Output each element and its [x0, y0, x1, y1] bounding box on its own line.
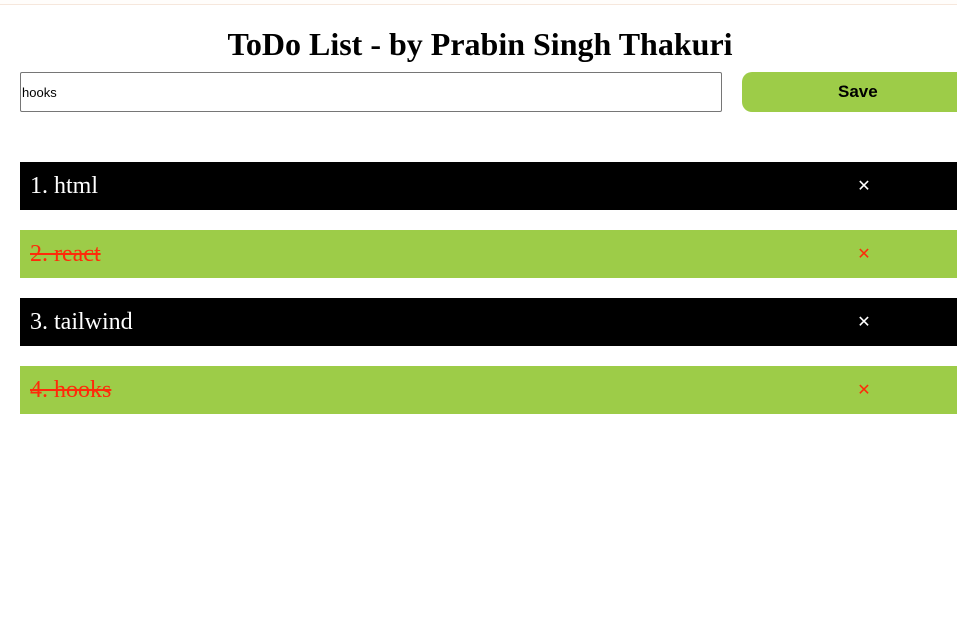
todo-text: 3. tailwind — [30, 309, 133, 335]
todo-item[interactable]: 4. hooks ✕ — [20, 366, 957, 414]
page-title: ToDo List - by Prabin Singh Thakuri — [227, 26, 733, 62]
close-icon[interactable]: ✕ — [856, 162, 872, 210]
todo-app: ToDo List - by Prabin Singh Thakuri Save… — [0, 0, 957, 644]
close-icon[interactable]: ✕ — [856, 366, 872, 414]
todo-text: 4. hooks — [30, 377, 112, 403]
close-icon[interactable]: ✕ — [856, 230, 872, 278]
todo-item[interactable]: 3. tailwind ✕ — [20, 298, 957, 346]
todo-text: 1. html — [30, 173, 99, 199]
todo-text: 2. react — [30, 241, 101, 267]
todo-item[interactable]: 1. html ✕ — [20, 162, 957, 210]
todo-list: 1. html ✕ 2. react ✕ 3. tailwind ✕ 4. ho… — [20, 162, 957, 434]
save-button[interactable]: Save — [742, 72, 957, 112]
close-icon[interactable]: ✕ — [856, 298, 872, 346]
todo-item[interactable]: 2. react ✕ — [20, 230, 957, 278]
todo-input[interactable] — [20, 72, 722, 112]
